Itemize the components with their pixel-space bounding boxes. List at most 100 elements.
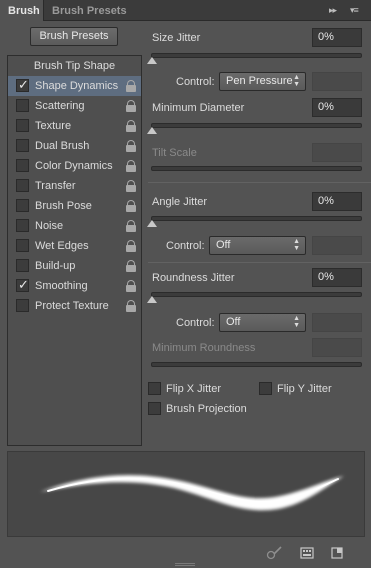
resize-grip[interactable] <box>175 563 195 566</box>
brush-toggle-icon[interactable] <box>266 546 282 560</box>
select-arrows-icon: ▲ ▼ <box>293 238 300 252</box>
select-value: Pen Pressure <box>226 75 293 87</box>
brush-option-transfer[interactable]: Transfer <box>8 176 141 196</box>
lock-icon[interactable] <box>126 200 136 212</box>
roundness-jitter-label: Roundness Jitter <box>152 272 235 284</box>
minimum-diameter-input[interactable]: 0% <box>312 98 362 117</box>
brush-stroke-icon <box>40 475 344 511</box>
lock-icon[interactable] <box>126 280 136 292</box>
slider-thumb[interactable] <box>147 127 157 134</box>
tab-brush-presets[interactable]: Brush Presets <box>44 0 135 21</box>
brush-option-scattering[interactable]: Scattering <box>8 96 141 116</box>
roundness-jitter-control-amount <box>312 313 362 332</box>
option-checkbox[interactable]: ✓ <box>16 77 29 92</box>
option-checkbox[interactable] <box>16 119 29 132</box>
option-checkbox[interactable] <box>16 159 29 172</box>
option-label: Shape Dynamics <box>35 80 119 92</box>
angle-jitter-slider[interactable] <box>147 216 362 227</box>
angle-jitter-control-select[interactable]: Off ▲ ▼ <box>209 236 306 255</box>
brush-projection-label: Brush Projection <box>166 403 247 415</box>
option-checkbox[interactable] <box>16 219 29 232</box>
roundness-jitter-input[interactable]: 0% <box>312 268 362 287</box>
flip-x-jitter-checkbox[interactable] <box>148 382 161 395</box>
slider-thumb[interactable] <box>147 296 157 303</box>
lock-icon[interactable] <box>126 240 136 252</box>
lock-icon[interactable] <box>126 220 136 232</box>
brush-option-dual-brush[interactable]: Dual Brush <box>8 136 141 156</box>
angle-jitter-input[interactable]: 0% <box>312 192 362 211</box>
panel-menu-icon[interactable]: ▾≡ <box>350 5 359 16</box>
brush-option-texture[interactable]: Texture <box>8 116 141 136</box>
roundness-jitter-slider[interactable] <box>147 292 362 303</box>
size-jitter-input[interactable]: 0% <box>312 28 362 47</box>
lock-icon[interactable] <box>126 300 136 312</box>
size-jitter-control-select[interactable]: Pen Pressure ▲ ▼ <box>219 72 306 91</box>
option-checkbox[interactable] <box>16 99 29 112</box>
option-checkbox[interactable] <box>16 299 29 312</box>
option-label: Build-up <box>35 260 76 272</box>
minimum-diameter-slider[interactable] <box>147 123 362 134</box>
flip-x-jitter-label: Flip X Jitter <box>166 383 222 395</box>
new-preset-icon[interactable] <box>330 546 344 560</box>
option-checkbox[interactable] <box>16 239 29 252</box>
option-label: Smoothing <box>35 280 88 292</box>
select-value: Off <box>216 239 231 251</box>
size-jitter-label: Size Jitter <box>152 32 201 44</box>
panel-tab-bar: Brush Brush Presets ▸▸ ▾≡ <box>0 0 371 21</box>
brush-option-color-dynamics[interactable]: Color Dynamics <box>8 156 141 176</box>
option-label: Scattering <box>35 100 85 112</box>
brush-option-wet-edges[interactable]: Wet Edges <box>8 236 141 256</box>
grid-icon[interactable] <box>300 546 314 560</box>
option-label: Texture <box>35 120 72 132</box>
collapse-icon[interactable]: ▸▸ <box>329 5 337 16</box>
size-jitter-control-amount <box>312 72 362 91</box>
option-checkbox[interactable] <box>16 199 29 212</box>
lock-icon[interactable] <box>126 80 136 92</box>
option-label: Brush Pose <box>35 200 92 212</box>
brush-options-list: Brush Tip Shape ✓ Shape Dynamics Scatterin… <box>7 55 142 446</box>
select-arrows-icon: ▲ ▼ <box>293 74 300 88</box>
brush-option-shape-dynamics[interactable]: ✓ Shape Dynamics <box>8 76 141 96</box>
brush-option-smoothing[interactable]: ✓ Smoothing <box>8 276 141 296</box>
option-checkbox[interactable] <box>16 259 29 272</box>
brush-projection-checkbox[interactable] <box>148 402 161 415</box>
minimum-roundness-slider <box>151 362 362 367</box>
tilt-scale-input <box>312 143 362 162</box>
tab-brush[interactable]: Brush <box>0 0 44 21</box>
section-divider <box>148 182 371 183</box>
flip-y-jitter-checkbox[interactable] <box>259 382 272 395</box>
brush-option-protect-texture[interactable]: Protect Texture <box>8 296 141 316</box>
size-jitter-slider[interactable] <box>147 53 362 64</box>
option-label: Noise <box>35 220 64 232</box>
brush-option-noise[interactable]: Noise <box>8 216 141 236</box>
slider-thumb[interactable] <box>147 220 157 227</box>
minimum-diameter-label: Minimum Diameter <box>152 102 245 114</box>
option-checkbox[interactable] <box>16 179 29 192</box>
option-checkbox[interactable] <box>16 139 29 152</box>
select-value: Off <box>226 316 241 328</box>
option-label: Transfer <box>35 180 76 192</box>
size-jitter-control-label: Control: <box>176 76 215 88</box>
roundness-jitter-control-select[interactable]: Off ▲ ▼ <box>219 313 306 332</box>
minimum-roundness-input <box>312 338 362 357</box>
brush-presets-button[interactable]: Brush Presets <box>30 27 118 46</box>
option-label: Wet Edges <box>35 240 89 252</box>
brush-option-brush-pose[interactable]: Brush Pose <box>8 196 141 216</box>
angle-jitter-control-label: Control: <box>166 240 205 252</box>
brush-stroke-preview <box>7 451 365 537</box>
lock-icon[interactable] <box>126 180 136 192</box>
option-label: Dual Brush <box>35 140 90 152</box>
brush-tip-shape-item[interactable]: Brush Tip Shape <box>8 56 141 76</box>
lock-icon[interactable] <box>126 120 136 132</box>
slider-thumb[interactable] <box>147 57 157 64</box>
tilt-scale-label: Tilt Scale <box>152 147 197 159</box>
option-checkbox[interactable]: ✓ <box>16 277 29 292</box>
section-divider <box>148 262 371 263</box>
lock-icon[interactable] <box>126 100 136 112</box>
lock-icon[interactable] <box>126 160 136 172</box>
lock-icon[interactable] <box>126 260 136 272</box>
checkmark-icon: ✓ <box>18 77 29 92</box>
select-arrows-icon: ▲ ▼ <box>293 315 300 329</box>
brush-option-build-up[interactable]: Build-up <box>8 256 141 276</box>
lock-icon[interactable] <box>126 140 136 152</box>
